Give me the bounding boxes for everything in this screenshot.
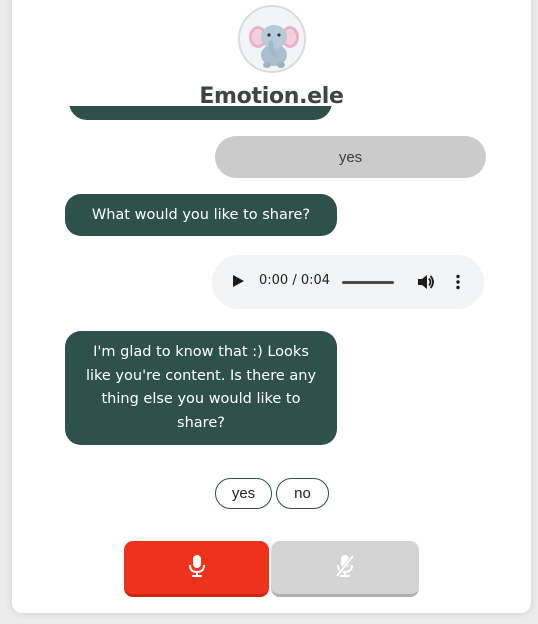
no-button[interactable]: no	[276, 478, 329, 509]
quick-replies: yes no	[215, 478, 329, 509]
audio-player: 0:00 / 0:04	[212, 255, 484, 309]
chat-card: Emotion.ele yes What would you like to s…	[12, 0, 531, 613]
audio-time: 0:00 / 0:04	[259, 273, 331, 288]
play-icon[interactable]	[233, 275, 244, 287]
microphone-icon	[188, 554, 206, 582]
mute-button[interactable]	[271, 541, 419, 597]
elephant-icon	[238, 5, 306, 73]
record-button[interactable]	[124, 541, 269, 597]
more-vertical-icon[interactable]	[456, 274, 460, 294]
audio-seek-bar[interactable]	[342, 281, 394, 284]
volume-icon[interactable]	[417, 274, 435, 294]
bot-message-bubble: I'm glad to know that :) Looks like you'…	[65, 331, 337, 445]
user-message-bubble: yes	[215, 136, 486, 178]
microphone-off-icon	[335, 554, 355, 582]
yes-button[interactable]: yes	[215, 478, 272, 509]
app-title: Emotion.ele	[199, 84, 344, 109]
bot-message-bubble: What would you like to share?	[65, 194, 337, 236]
